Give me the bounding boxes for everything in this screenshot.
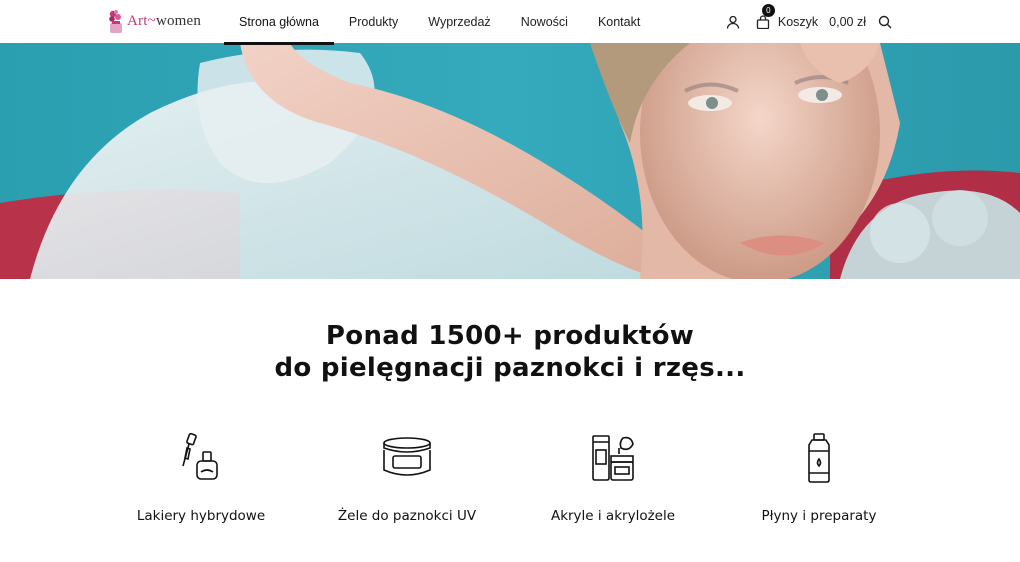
- category-label: Żele do paznokci UV: [337, 508, 477, 524]
- logo-text-women: women: [155, 12, 202, 29]
- logo-text: Art~women: [127, 13, 201, 30]
- cart-label: Koszyk: [777, 14, 819, 29]
- nav-item-new[interactable]: Nowości: [506, 0, 583, 43]
- nav-item-products[interactable]: Produkty: [334, 0, 413, 43]
- header-tools: 0 Koszyk 0,00 zł: [722, 0, 896, 43]
- user-icon[interactable]: [722, 11, 744, 33]
- category-liquids[interactable]: Płyny i preparaty: [719, 428, 919, 524]
- nav-item-home[interactable]: Strona główna: [224, 0, 334, 45]
- search-icon[interactable]: [874, 11, 896, 33]
- category-acrylic[interactable]: Akryle i akrylożele: [513, 428, 713, 524]
- main-nav: Strona główna Produkty Wyprzedaż Nowości…: [224, 0, 655, 45]
- liquid-bottle-icon: [719, 428, 919, 488]
- site-header: Art~women Strona główna Produkty Wyprzed…: [0, 0, 1020, 45]
- logo-text-dash: ~: [147, 12, 156, 29]
- hero-banner[interactable]: [0, 43, 1020, 279]
- hero-photo: [0, 43, 1020, 279]
- nav-item-sale[interactable]: Wyprzedaż: [413, 0, 505, 43]
- page-headline: Ponad 1500+ produktów do pielęgnacji paz…: [0, 320, 1020, 384]
- cart-total: 0,00 zł: [829, 14, 866, 29]
- category-label: Akryle i akrylożele: [550, 508, 676, 524]
- headline-line-1: Ponad 1500+ produktów: [325, 321, 695, 351]
- category-label: Płyny i preparaty: [761, 508, 877, 524]
- logo-text-art: Art: [127, 12, 148, 29]
- nail-polish-icon: [101, 428, 301, 488]
- acrylic-products-icon: [513, 428, 713, 488]
- cart-button[interactable]: 0 Koszyk 0,00 zł: [752, 3, 866, 33]
- cart-count-badge: 0: [761, 3, 775, 17]
- category-label: Lakiery hybrydowe: [136, 508, 266, 524]
- gel-jar-icon: [307, 428, 507, 488]
- category-hybrid-polish[interactable]: Lakiery hybrydowe: [101, 428, 301, 524]
- category-uv-gel[interactable]: Żele do paznokci UV: [307, 428, 507, 524]
- site-logo[interactable]: Art~women: [106, 6, 201, 36]
- nav-item-contact[interactable]: Kontakt: [583, 0, 655, 43]
- flower-logo-icon: [106, 8, 126, 34]
- headline-line-2: do pielęgnacji paznokci i rzęs...: [274, 353, 746, 383]
